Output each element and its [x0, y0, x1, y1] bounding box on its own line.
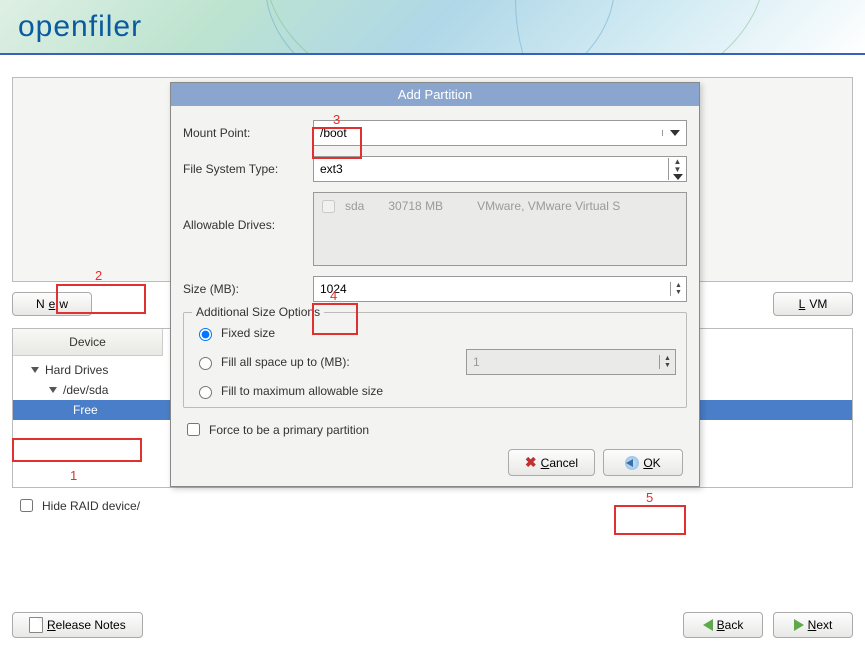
drive-checkbox: [322, 200, 335, 213]
tree-label: Free: [73, 403, 98, 417]
chevron-down-icon[interactable]: [662, 130, 686, 136]
size-label: Size (MB):: [183, 282, 313, 296]
hide-raid-checkbox[interactable]: [20, 499, 33, 512]
new-button[interactable]: New: [12, 292, 92, 316]
tree-label: /dev/sda: [63, 383, 108, 397]
back-button[interactable]: Back: [683, 612, 763, 638]
size-input[interactable]: [314, 282, 670, 296]
spin-buttons: ▲▼: [659, 355, 675, 369]
size-spinner[interactable]: ▲▼: [313, 276, 687, 302]
hide-raid-row: Hide RAID device/: [12, 488, 853, 523]
fill-up-value: [467, 355, 659, 369]
drive-size: 30718 MB: [388, 199, 443, 213]
fixed-size-label: Fixed size: [221, 326, 275, 340]
mount-point-label: Mount Point:: [183, 126, 313, 140]
next-button[interactable]: Next: [773, 612, 853, 638]
add-partition-dialog: Add Partition Mount Point: Mount Point: …: [170, 82, 700, 487]
spin-buttons[interactable]: ▲▼: [670, 282, 686, 296]
allowable-drives-list[interactable]: sda 30718 MB VMware, VMware Virtual S: [313, 192, 687, 266]
wizard-footer: Release Notes Release Notes Back Back Ne…: [12, 612, 853, 638]
ok-icon: [625, 456, 639, 470]
tree-label: Hard Drives: [45, 363, 108, 377]
force-primary-label: Force to be a primary partition: [209, 423, 369, 437]
expand-icon[interactable]: [49, 387, 57, 393]
expand-icon[interactable]: [31, 367, 39, 373]
ok-button[interactable]: OK: [603, 449, 683, 476]
logo: openfiler: [0, 0, 865, 44]
document-icon: [29, 617, 43, 633]
drives-label: Allowable Drives:: [183, 192, 313, 232]
release-notes-button[interactable]: Release Notes: [12, 612, 143, 638]
dialog-title: Add Partition: [171, 83, 699, 106]
fill-up-label: Fill all space up to (MB):: [221, 355, 350, 369]
additional-size-options: Additional Size Options Fixed size Fixed…: [183, 312, 687, 408]
fstype-value: [314, 162, 668, 176]
device-column-header: Device: [13, 329, 163, 356]
arrow-right-icon: [794, 619, 804, 631]
fill-max-radio[interactable]: [199, 386, 212, 399]
close-icon: ✖: [525, 454, 537, 471]
fieldset-legend: Additional Size Options: [192, 305, 324, 319]
cancel-button[interactable]: ✖ Cancel: [508, 449, 595, 476]
fstype-label: File System Type:: [183, 162, 313, 176]
mount-point-combo[interactable]: [313, 120, 687, 146]
drive-desc: VMware, VMware Virtual S: [477, 199, 620, 213]
app-header: openfiler: [0, 0, 865, 55]
drive-disk: sda: [345, 199, 364, 213]
mount-point-input[interactable]: [314, 126, 662, 140]
fill-up-spinner: ▲▼: [466, 349, 676, 375]
fill-up-radio[interactable]: [199, 357, 212, 370]
hide-raid-label: Hide RAID device/: [42, 499, 140, 513]
fixed-size-radio[interactable]: [199, 328, 212, 341]
fill-max-label: Fill to maximum allowable size: [221, 384, 383, 398]
lvm-button[interactable]: LVM: [773, 292, 853, 316]
arrow-left-icon: [703, 619, 713, 631]
fstype-select[interactable]: ▲▼: [313, 156, 687, 182]
spin-icon[interactable]: ▲▼: [668, 158, 686, 180]
force-primary-checkbox[interactable]: [187, 423, 200, 436]
